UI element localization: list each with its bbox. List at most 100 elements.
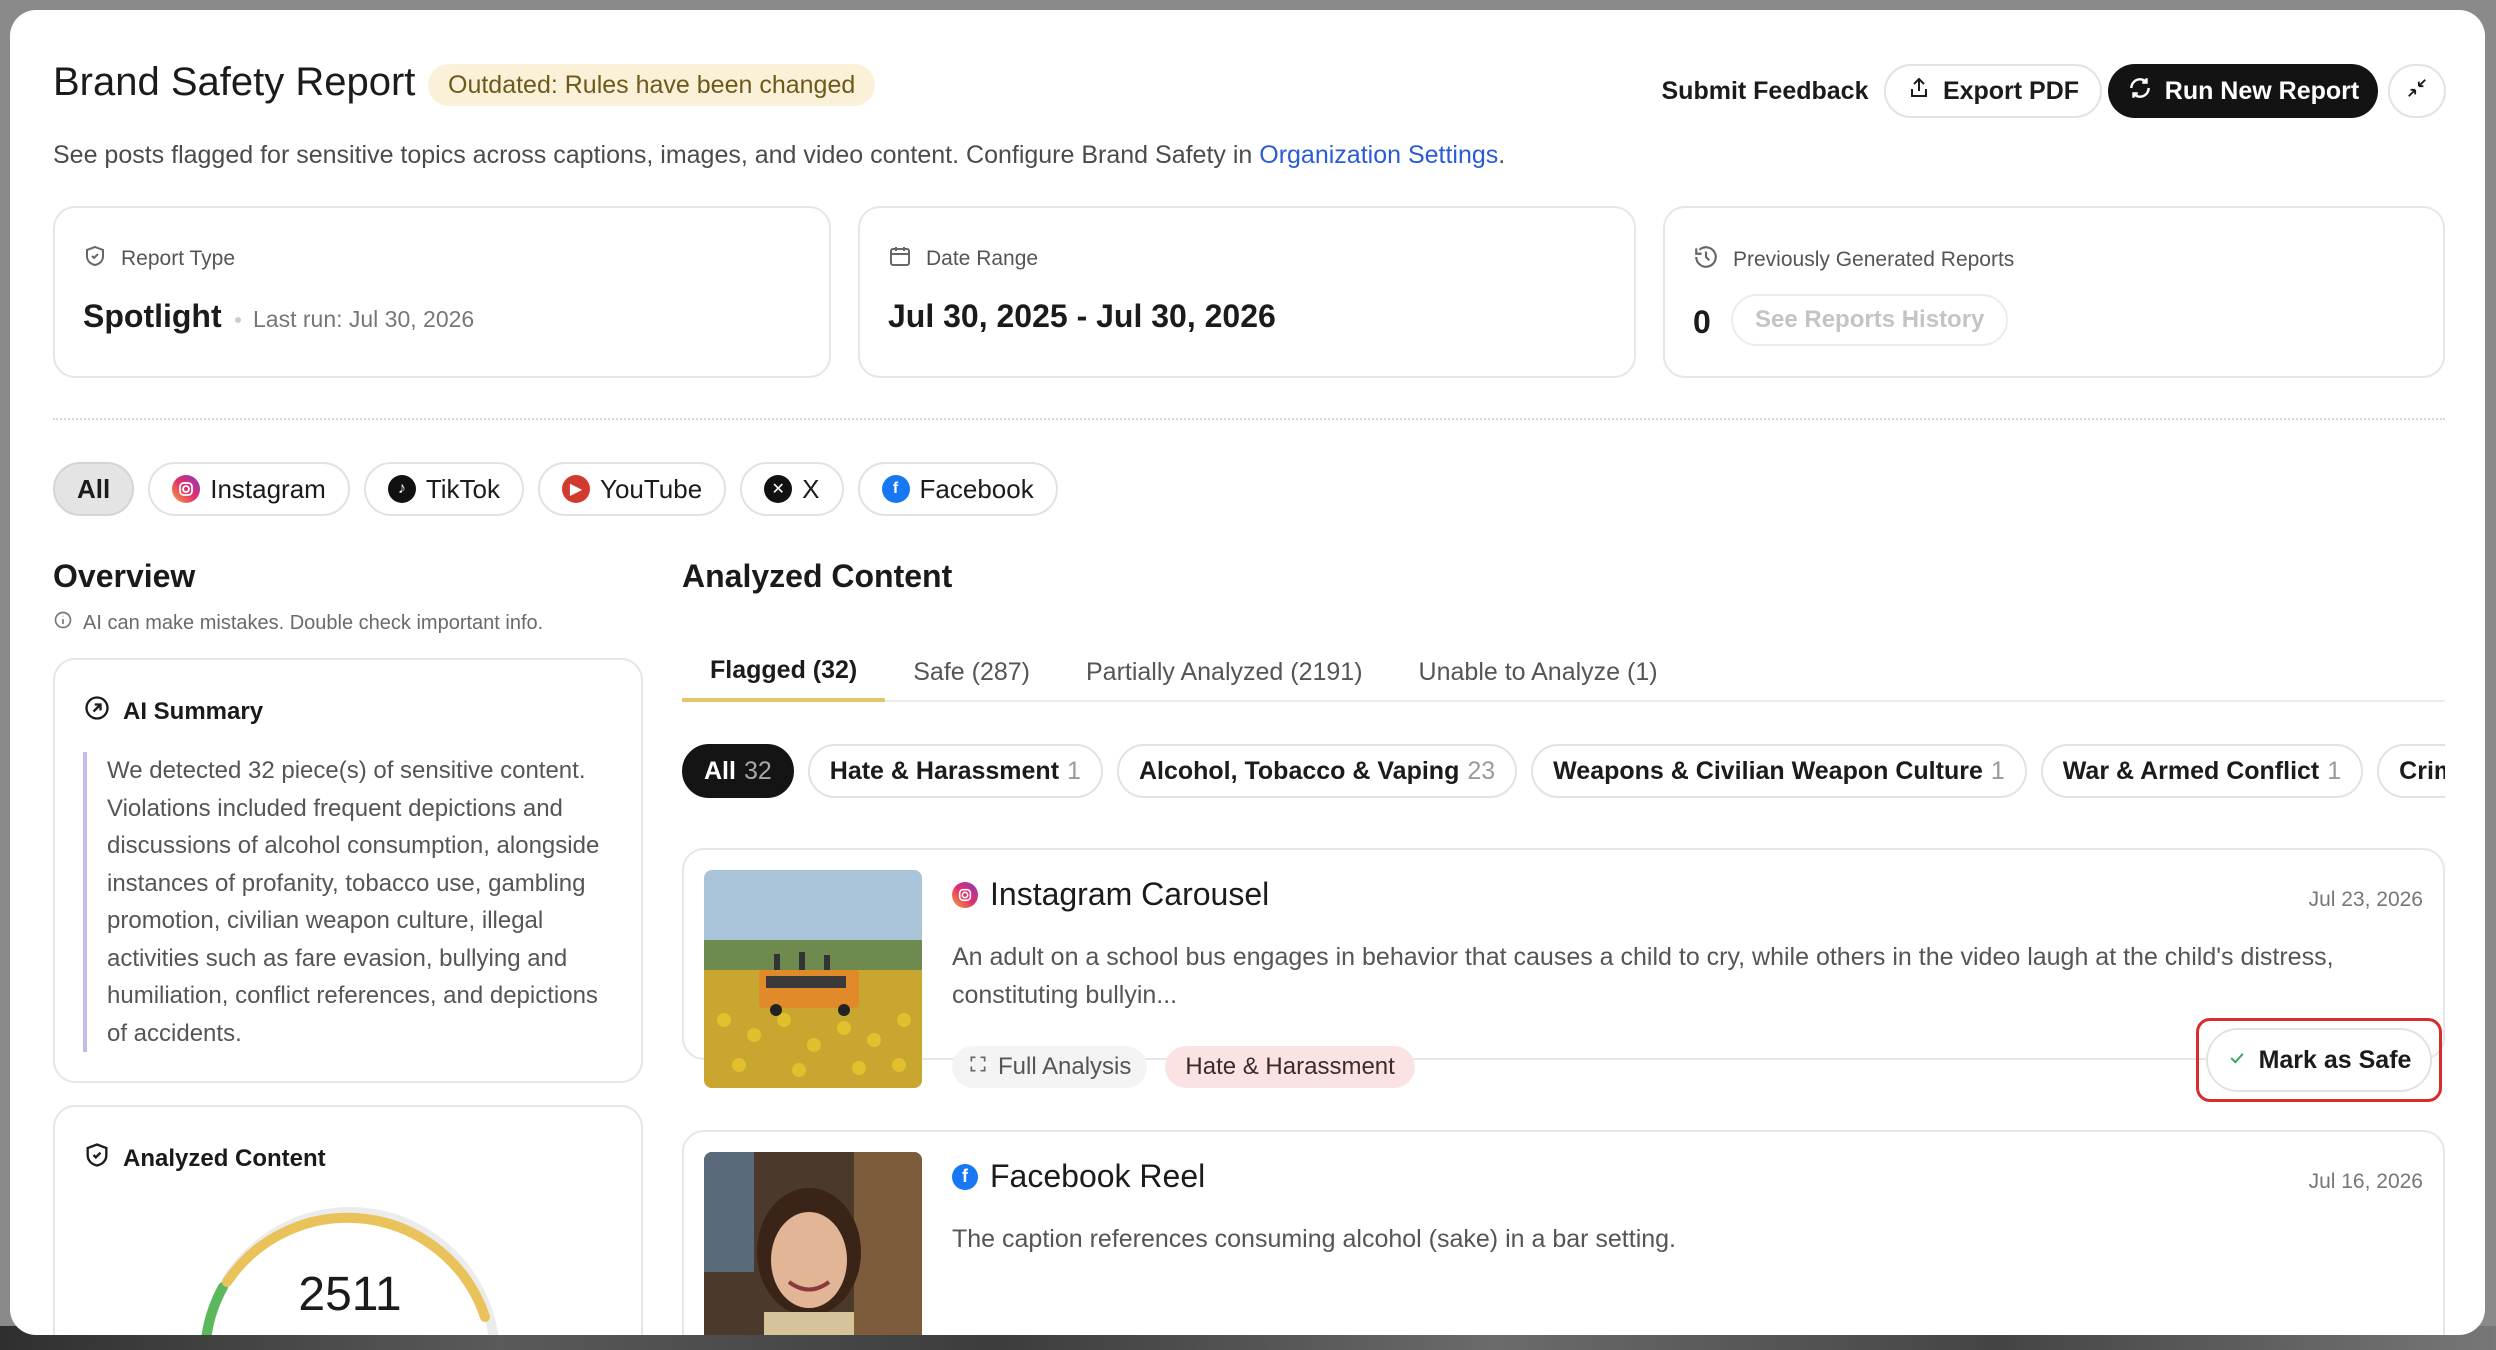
category-count: 23: [1467, 756, 1496, 785]
post-title-text: Facebook Reel: [990, 1158, 1206, 1194]
mark-as-safe-button[interactable]: Mark as Safe: [2206, 1028, 2432, 1092]
category-label: Hate & Harassment: [829, 756, 1060, 785]
date-range-label-text: Date Range: [926, 247, 1039, 270]
platform-filter-youtube[interactable]: ▶ YouTube: [538, 462, 727, 516]
post-date: Jul 23, 2026: [2308, 888, 2423, 911]
ai-summary-card: AI Summary We detected 32 piece(s) of se…: [53, 658, 643, 1083]
category-count: 1: [1990, 756, 2005, 785]
ai-disclaimer-text: AI can make mistakes. Double check impor…: [83, 611, 544, 634]
date-range-value: Jul 30, 2025 - Jul 30, 2026: [888, 298, 1276, 334]
subtitle-text: See posts flagged for sensitive topics a…: [53, 141, 1260, 169]
analyzed-content-card: Analyzed Content 2511: [53, 1105, 643, 1335]
date-range-card[interactable]: Date Range Jul 30, 2025 - Jul 30, 2026: [858, 206, 1636, 378]
platform-filter-instagram[interactable]: Instagram: [148, 462, 350, 516]
post-actions: Full Analysis Hate & Harassment: [952, 1046, 1415, 1088]
category-label: Weapons & Civilian Weapon Culture: [1553, 756, 1983, 785]
submit-feedback-button[interactable]: Submit Feedback: [1640, 64, 1890, 118]
ai-summary-text: We detected 32 piece(s) of sensitive con…: [83, 752, 613, 1052]
platform-filter-facebook[interactable]: f Facebook: [857, 462, 1058, 516]
flagged-post-card[interactable]: Instagram Carousel Jul 23, 2026 An adult…: [682, 848, 2445, 1102]
mark-as-safe-label: Mark as Safe: [2258, 1045, 2412, 1074]
full-analysis-label: Full Analysis: [998, 1053, 1132, 1080]
report-type-label-text: Report Type: [121, 247, 236, 270]
ai-summary-title: AI Summary: [123, 697, 264, 725]
x-icon: ✕: [764, 475, 793, 503]
instagram-icon: [952, 881, 978, 908]
post-title-text: Instagram Carousel: [990, 876, 1270, 912]
run-new-report-button[interactable]: Run New Report: [2108, 64, 2378, 118]
subtitle-end: .: [1498, 141, 1506, 169]
shield-icon: [83, 244, 107, 274]
ai-disclaimer: AI can make mistakes. Double check impor…: [53, 610, 543, 636]
analyzed-content-title: Analyzed Content: [123, 1144, 326, 1172]
category-tag: Hate & Harassment: [1165, 1046, 1415, 1088]
export-pdf-button[interactable]: Export PDF: [1884, 64, 2102, 118]
report-type-label: Report Type: [83, 244, 235, 274]
category-count: 1: [1067, 756, 1081, 785]
platform-filter-tiktok[interactable]: ♪ TikTok: [363, 462, 524, 516]
tab-safe[interactable]: Safe (287): [885, 642, 1058, 702]
tab-partially-analyzed[interactable]: Partially Analyzed (2191): [1058, 642, 1391, 702]
history-icon: [1693, 244, 1719, 276]
previous-reports-card: Previously Generated Reports 0 See Repor…: [1663, 206, 2445, 378]
report-type-card: Report Type Spotlight Last run: Jul 30, …: [53, 206, 831, 378]
post-thumbnail[interactable]: [704, 870, 922, 1088]
previous-reports-label-text: Previously Generated Reports: [1733, 248, 2015, 271]
platform-label: Facebook: [919, 473, 1034, 504]
tab-unable-to-analyze[interactable]: Unable to Analyze (1): [1391, 642, 1686, 702]
tab-flagged[interactable]: Flagged (32): [682, 642, 886, 702]
youtube-icon: ▶: [562, 475, 590, 503]
category-label: Alcohol, Tobacco & Vaping: [1138, 756, 1460, 785]
platform-label: Instagram: [210, 473, 326, 504]
flagged-post-card[interactable]: f Facebook Reel Jul 16, 2026 The caption…: [682, 1130, 2445, 1335]
post-description: The caption references consuming alcohol…: [952, 1225, 1676, 1253]
category-count: 32: [743, 756, 772, 785]
post-title[interactable]: f Facebook Reel: [952, 1158, 1205, 1195]
organization-settings-link[interactable]: Organization Settings: [1259, 141, 1498, 169]
category-label: War & Armed Conflict: [2062, 756, 2320, 785]
collapse-icon: [2406, 77, 2428, 106]
platform-label: TikTok: [425, 473, 500, 504]
outdated-badge: Outdated: Rules have been changed: [428, 64, 876, 106]
shield-check-icon: [83, 1141, 111, 1176]
platform-filter-all[interactable]: All: [53, 462, 135, 516]
category-weapons[interactable]: Weapons & Civilian Weapon Culture 1: [1531, 744, 2027, 798]
page-subtitle: See posts flagged for sensitive topics a…: [53, 141, 1505, 170]
instagram-icon: [172, 475, 201, 503]
brand-safety-modal: Brand Safety Report Outdated: Rules have…: [10, 10, 2485, 1335]
category-war-armed-conflict[interactable]: War & Armed Conflict 1: [2040, 744, 2364, 798]
last-run: Last run: Jul 30, 2026: [235, 306, 474, 333]
refresh-icon: [2127, 75, 2153, 108]
category-label: All: [704, 756, 736, 785]
post-date: Jul 16, 2026: [2308, 1170, 2423, 1193]
category-all[interactable]: All 32: [682, 744, 794, 798]
platform-filter-row: All Instagram ♪ TikTok ▶ YouTube ✕ X f F…: [53, 462, 1058, 516]
full-analysis-button[interactable]: Full Analysis: [952, 1046, 1148, 1088]
category-alcohol-tobacco-vaping[interactable]: Alcohol, Tobacco & Vaping 23: [1116, 744, 1518, 798]
platform-filter-x[interactable]: ✕ X: [740, 462, 844, 516]
date-range-label: Date Range: [888, 244, 1038, 274]
see-reports-history-button[interactable]: See Reports History: [1731, 294, 2009, 346]
category-hate-harassment[interactable]: Hate & Harassment 1: [807, 744, 1103, 798]
status-tabs: Flagged (32) Safe (287) Partially Analyz…: [682, 642, 2445, 702]
last-run-text: Last run: Jul 30, 2026: [253, 306, 475, 332]
separator-dot: [235, 316, 241, 323]
submit-feedback-label: Submit Feedback: [1661, 76, 1869, 105]
run-new-report-label: Run New Report: [2164, 76, 2360, 105]
previous-reports-label: Previously Generated Reports: [1693, 244, 2014, 276]
export-pdf-label: Export PDF: [1942, 76, 2080, 105]
analyzed-content-header: Analyzed Content: [83, 1141, 326, 1176]
overview-title: Overview: [53, 558, 196, 594]
post-title[interactable]: Instagram Carousel: [952, 876, 1269, 913]
platform-label: YouTube: [600, 473, 703, 504]
collapse-button[interactable]: [2388, 64, 2446, 118]
category-crime[interactable]: Crime & Il: [2377, 744, 2445, 798]
divider: [53, 418, 2445, 420]
expand-icon: [968, 1053, 988, 1081]
post-thumbnail[interactable]: [704, 1152, 922, 1335]
previous-reports-count: 0: [1693, 304, 1711, 340]
category-label: Crime & Il: [2399, 756, 2445, 785]
calendar-icon: [888, 244, 912, 274]
report-type-value: Spotlight: [83, 298, 222, 334]
category-filter-row: All 32 Hate & Harassment 1 Alcohol, Toba…: [682, 744, 2445, 800]
